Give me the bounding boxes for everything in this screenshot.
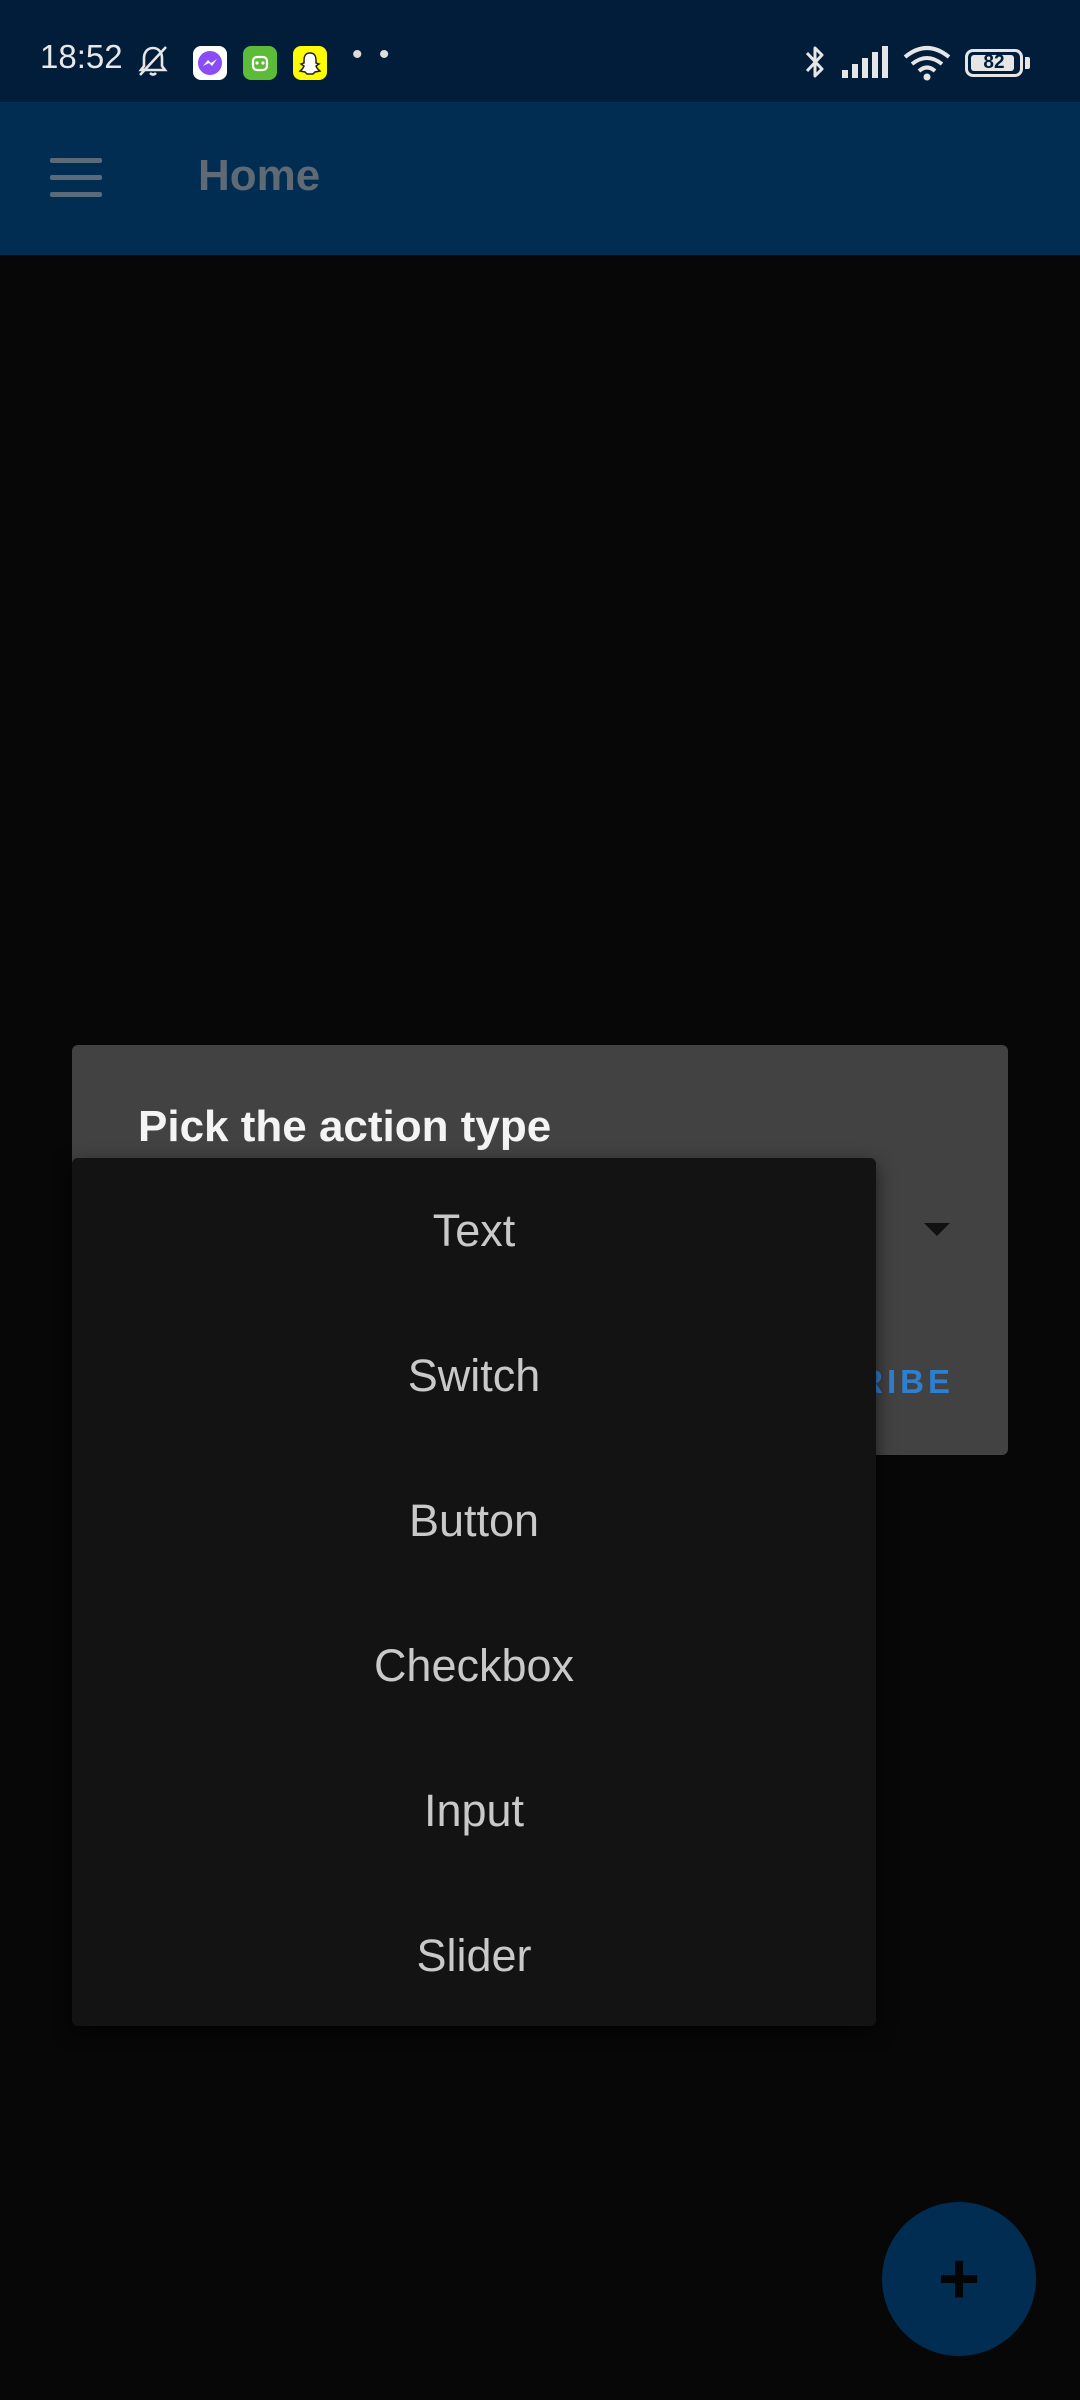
battery-icon: 82 [965,49,1023,77]
hamburger-menu-icon[interactable] [50,158,102,198]
battery-level: 82 [983,52,1005,73]
dropdown-arrow-icon[interactable] [924,1223,950,1236]
menu-item-text[interactable]: Text [72,1158,876,1303]
app-bar: Home [0,102,1080,255]
bluetooth-icon [805,46,824,78]
menu-item-switch[interactable]: Switch [72,1303,876,1448]
status-bar: 18:52 • • 82 [0,0,1080,102]
menu-item-slider[interactable]: Slider [72,1883,876,2028]
app-screen: 18:52 • • 82 Home Pick the action type R… [0,0,1080,2400]
more-dots-icon: • • [352,38,394,71]
menu-item-checkbox[interactable]: Checkbox [72,1593,876,1738]
dialog-title: Pick the action type [138,1102,552,1151]
signal-icon [842,46,888,78]
android-app-icon [243,46,277,80]
snapchat-icon [293,46,327,80]
menu-item-input[interactable]: Input [72,1738,876,1883]
action-type-dropdown-menu: Text Switch Button Checkbox Input Slider [72,1158,876,2026]
add-fab-button[interactable]: + [882,2202,1036,2356]
status-time: 18:52 [40,38,123,75]
wifi-icon [903,46,951,81]
battery-tip [1025,57,1030,69]
page-title: Home [198,151,321,200]
menu-item-button[interactable]: Button [72,1448,876,1593]
muted-alarm-icon [138,46,168,76]
messenger-icon [193,46,227,80]
plus-icon: + [937,2239,981,2319]
